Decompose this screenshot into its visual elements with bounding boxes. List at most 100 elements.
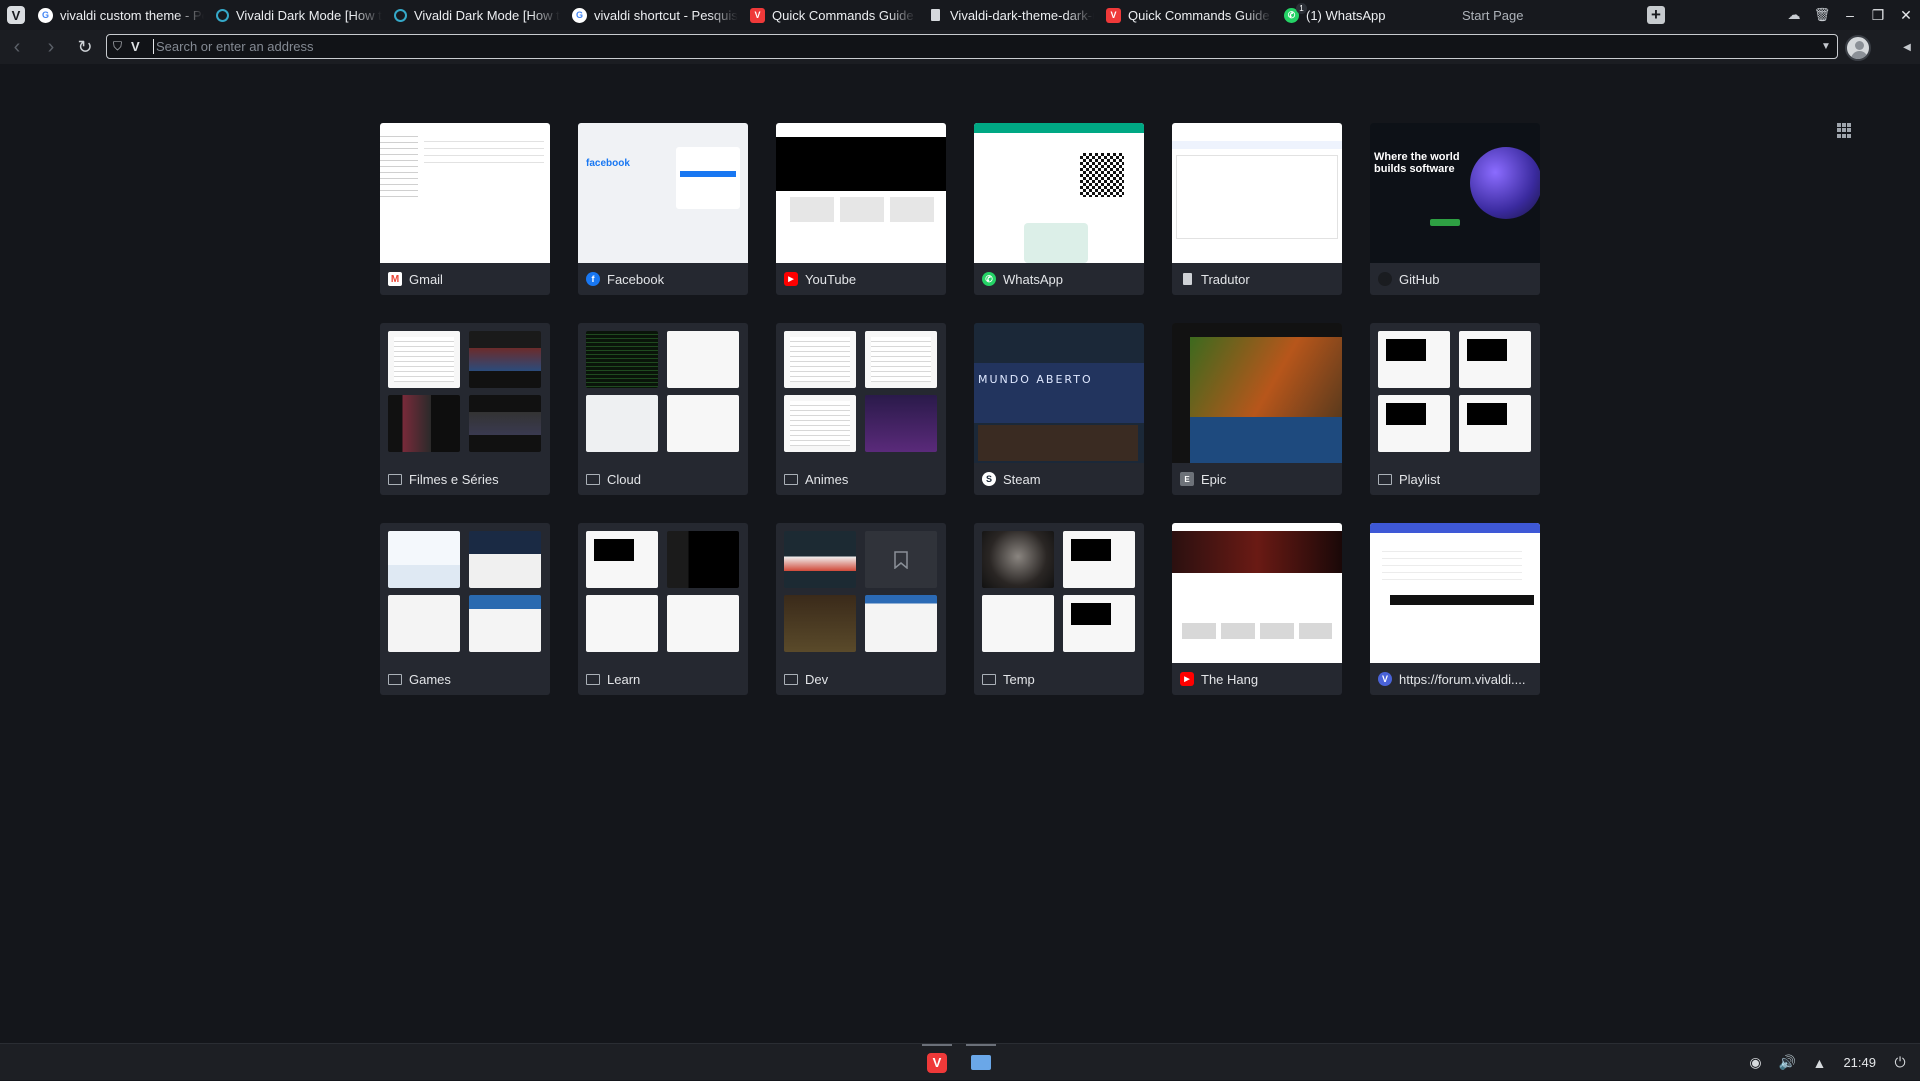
dial-label: Games bbox=[409, 671, 451, 687]
dial-label: Dev bbox=[805, 671, 829, 687]
speed-dial-folder-dev[interactable]: Dev bbox=[776, 523, 946, 695]
close-button[interactable]: ✕ bbox=[1892, 0, 1920, 30]
dial-label: Steam bbox=[1003, 471, 1041, 487]
folder-thumbnail bbox=[776, 523, 946, 663]
speed-dial-gmail[interactable]: M Gmail bbox=[380, 123, 550, 295]
document-icon bbox=[928, 8, 943, 23]
speed-dial-folder-filmes[interactable]: Filmes e Séries bbox=[380, 323, 550, 495]
address-field[interactable]: ⛉ V ▼ bbox=[106, 34, 1838, 59]
history-dropdown-icon[interactable]: ▼ bbox=[1815, 41, 1837, 52]
panel-toggle-icon[interactable]: ◀ bbox=[1895, 30, 1919, 64]
tab-start-page[interactable]: Start Page bbox=[1456, 0, 1851, 138]
forward-button[interactable]: › bbox=[34, 30, 68, 64]
youtube-icon: ▶ bbox=[1180, 672, 1194, 686]
vivaldi-ring-icon bbox=[394, 8, 407, 22]
dial-label: WhatsApp bbox=[1003, 271, 1063, 287]
dial-label: Filmes e Séries bbox=[409, 471, 499, 487]
speed-dial-folder-games[interactable]: Games bbox=[380, 523, 550, 695]
folder-thumbnail bbox=[776, 323, 946, 463]
speed-dial-youtube[interactable]: ▶ YouTube bbox=[776, 123, 946, 295]
speed-dial-whatsapp[interactable]: ✆ WhatsApp bbox=[974, 123, 1144, 295]
tab-title: Vivaldi Dark Mode [How to bbox=[414, 7, 560, 23]
google-icon: G bbox=[572, 7, 587, 23]
vivaldi-menu-button[interactable]: V bbox=[0, 0, 32, 30]
youtube-icon: ▶ bbox=[784, 272, 798, 286]
folder-thumbnail bbox=[1370, 323, 1540, 463]
tab[interactable]: Vivaldi Dark Mode [How to bbox=[210, 0, 388, 30]
address-input[interactable] bbox=[154, 39, 1815, 54]
folder-app-icon bbox=[971, 1055, 991, 1070]
tab[interactable]: G vivaldi custom theme - Pes bbox=[32, 0, 210, 30]
volume-icon[interactable]: 🔊 bbox=[1773, 1044, 1801, 1081]
site-thumbnail bbox=[1172, 323, 1342, 463]
tab[interactable]: G vivaldi shortcut - Pesquisa bbox=[566, 0, 744, 30]
dial-label: Playlist bbox=[1399, 471, 1441, 487]
tab-title: Start Page bbox=[1462, 7, 1524, 23]
minimize-button[interactable]: – bbox=[1836, 0, 1864, 30]
tray-expand-icon[interactable]: ▲ bbox=[1805, 1044, 1833, 1081]
tab[interactable]: ✆ 1 (1) WhatsApp bbox=[1278, 0, 1456, 30]
speed-dial-vivaldi-forum[interactable]: Vhttps://forum.vivaldi.... bbox=[1370, 523, 1540, 695]
steam-icon: S bbox=[982, 472, 996, 486]
trash-icon[interactable]: 🗑 bbox=[1808, 0, 1836, 30]
thumbnail-text: Where the world builds software bbox=[1374, 151, 1460, 175]
whatsapp-icon: ✆ bbox=[982, 272, 996, 286]
tab[interactable]: Vivaldi Dark Mode [How to bbox=[388, 0, 566, 30]
speed-dial-folder-learn[interactable]: Learn bbox=[578, 523, 748, 695]
dial-label: YouTube bbox=[805, 271, 857, 287]
restore-button[interactable]: ❐ bbox=[1864, 0, 1892, 30]
speed-dial-the-hang[interactable]: ▶ The Hang bbox=[1172, 523, 1342, 695]
thumbnail-text: facebook bbox=[586, 158, 630, 169]
vivaldi-red-icon: V bbox=[750, 7, 765, 23]
epic-icon: E bbox=[1180, 472, 1194, 486]
steam-tray-icon[interactable]: ◉ bbox=[1741, 1044, 1769, 1081]
profile-avatar[interactable] bbox=[1845, 35, 1871, 61]
github-icon: ● bbox=[1378, 272, 1392, 286]
google-icon: G bbox=[38, 7, 53, 23]
tab-title: vivaldi shortcut - Pesquisa bbox=[594, 7, 738, 23]
tab-title: Quick Commands Guide | V bbox=[772, 7, 916, 23]
site-thumbnail bbox=[1370, 523, 1540, 663]
site-thumbnail bbox=[974, 123, 1144, 263]
dial-label: The Hang bbox=[1201, 671, 1259, 687]
dial-label: Learn bbox=[607, 671, 641, 687]
folder-icon bbox=[388, 672, 402, 686]
folder-thumbnail bbox=[380, 523, 550, 663]
folder-icon bbox=[982, 672, 996, 686]
speed-dial-epic[interactable]: E Epic bbox=[1172, 323, 1342, 495]
clock[interactable]: 21:49 bbox=[1837, 1055, 1882, 1070]
dial-label: GitHub bbox=[1399, 271, 1440, 287]
speed-dial-github[interactable]: Where the world builds software ● GitHub bbox=[1370, 123, 1540, 295]
back-button[interactable]: ‹ bbox=[0, 30, 34, 64]
address-bar-row: ‹ › ↻ ⛉ V ▼ ◀ bbox=[0, 30, 1920, 64]
tabbar-controls: ☁ 🗑 – ❐ ✕ bbox=[1780, 0, 1920, 30]
tab[interactable]: Vivaldi-dark-theme-dark-u bbox=[922, 0, 1100, 30]
speed-dial-folder-animes[interactable]: Animes bbox=[776, 323, 946, 495]
reload-button[interactable]: ↻ bbox=[68, 30, 102, 64]
dial-label: Tradutor bbox=[1201, 271, 1250, 287]
speed-dial-facebook[interactable]: facebook f Facebook bbox=[578, 123, 748, 295]
tab-title: Vivaldi-dark-theme-dark-u bbox=[950, 7, 1094, 23]
folder-icon bbox=[586, 472, 600, 486]
site-info-icon[interactable]: V bbox=[131, 39, 147, 54]
tab[interactable]: V Quick Commands Guide | V bbox=[1100, 0, 1278, 30]
speed-dial-folder-playlist[interactable]: Playlist bbox=[1370, 323, 1540, 495]
site-thumbnail: facebook bbox=[578, 123, 748, 263]
sync-cloud-icon[interactable]: ☁ bbox=[1780, 0, 1808, 30]
tab-bar: V G vivaldi custom theme - Pes Vivaldi D… bbox=[0, 0, 1920, 138]
thumbnail-text: MUNDO ABERTO bbox=[978, 373, 1093, 386]
shield-icon[interactable]: ⛉ bbox=[113, 39, 131, 54]
power-icon[interactable]: ⏻ bbox=[1886, 1044, 1914, 1081]
speed-dial-tradutor[interactable]: Tradutor bbox=[1172, 123, 1342, 295]
speed-dial-steam[interactable]: MUNDO ABERTO S Steam bbox=[974, 323, 1144, 495]
vivaldi-icon: V bbox=[1378, 672, 1392, 686]
folder-icon bbox=[388, 472, 402, 486]
speed-dial-folder-temp[interactable]: Temp bbox=[974, 523, 1144, 695]
tab[interactable]: V Quick Commands Guide | V bbox=[744, 0, 922, 30]
taskbar-file-manager[interactable] bbox=[964, 1044, 998, 1081]
folder-thumbnail bbox=[578, 523, 748, 663]
speed-dial-folder-cloud[interactable]: Cloud bbox=[578, 323, 748, 495]
taskbar-vivaldi[interactable]: V bbox=[920, 1044, 954, 1081]
tab-title: Vivaldi Dark Mode [How to bbox=[236, 7, 382, 23]
new-tab-button[interactable]: + bbox=[1642, 0, 1670, 30]
